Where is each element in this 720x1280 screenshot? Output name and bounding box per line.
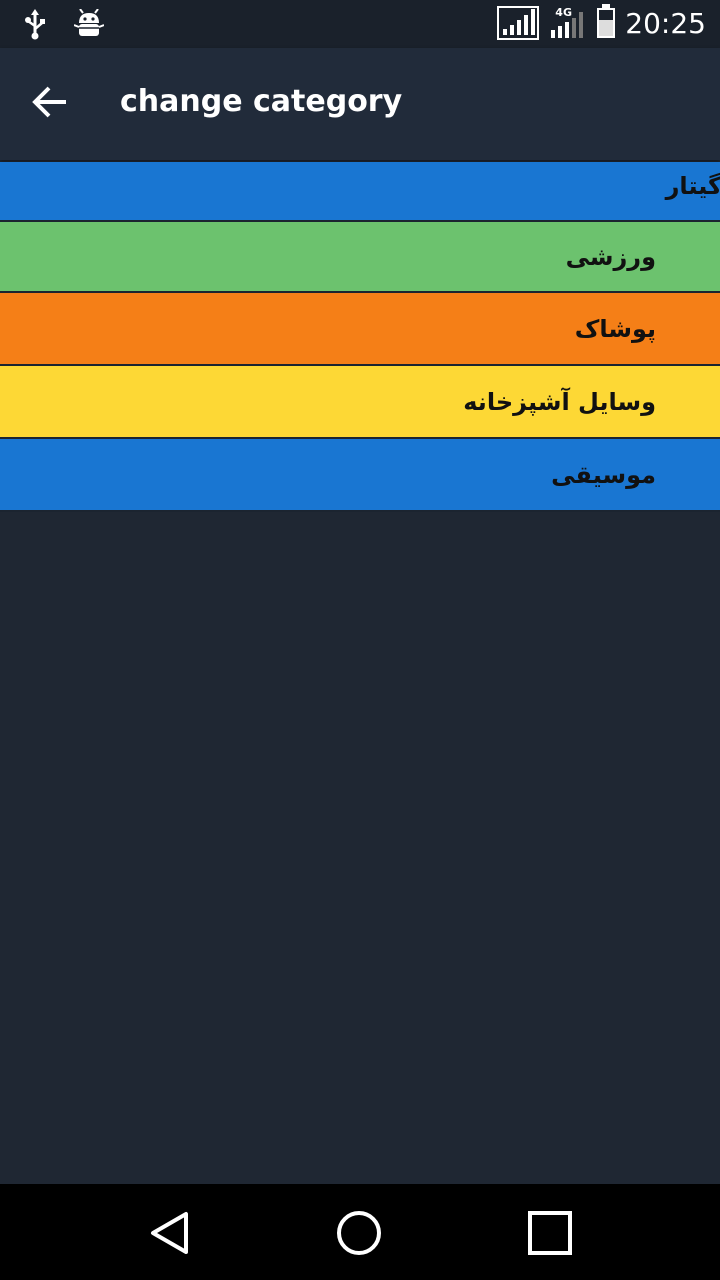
page-title: change category: [120, 84, 403, 119]
nav-recents-button[interactable]: [525, 1208, 575, 1258]
category-item-sports[interactable]: ورزشی: [0, 220, 720, 293]
category-label: گیتار: [665, 172, 720, 200]
category-label: پوشاک: [574, 314, 656, 343]
back-button[interactable]: [30, 82, 80, 126]
category-list: گیتار ورزشی پوشاک وسایل آشپزخانه موسیقی: [0, 162, 720, 512]
category-item-guitar[interactable]: گیتار: [0, 162, 720, 220]
back-triangle-icon: [151, 1212, 188, 1254]
category-item-clothing[interactable]: پوشاک: [0, 293, 720, 366]
category-item-kitchen[interactable]: وسایل آشپزخانه: [0, 366, 720, 439]
status-bar: 4G 20:25: [0, 0, 720, 48]
nav-back-button[interactable]: [146, 1208, 196, 1258]
clock: 20:25: [625, 6, 706, 40]
usb-icon: [22, 8, 48, 44]
battery-charging-icon: [597, 4, 616, 38]
signal-sim2-icon: 4G: [549, 6, 587, 40]
category-item-music[interactable]: موسیقی: [0, 439, 720, 512]
android-debug-icon: [73, 8, 105, 43]
home-circle-icon: [337, 1211, 381, 1255]
network-type-label: 4G: [555, 6, 572, 19]
category-label: وسایل آشپزخانه: [463, 387, 656, 416]
nav-home-button[interactable]: [334, 1208, 384, 1258]
navigation-bar: [0, 1184, 720, 1280]
category-label: موسیقی: [551, 460, 656, 489]
app-bar: change category: [0, 48, 720, 160]
recents-square-icon: [528, 1211, 572, 1255]
category-label: ورزشی: [565, 242, 656, 271]
signal-sim1-icon: [497, 6, 540, 40]
arrow-left-icon: [32, 86, 66, 118]
